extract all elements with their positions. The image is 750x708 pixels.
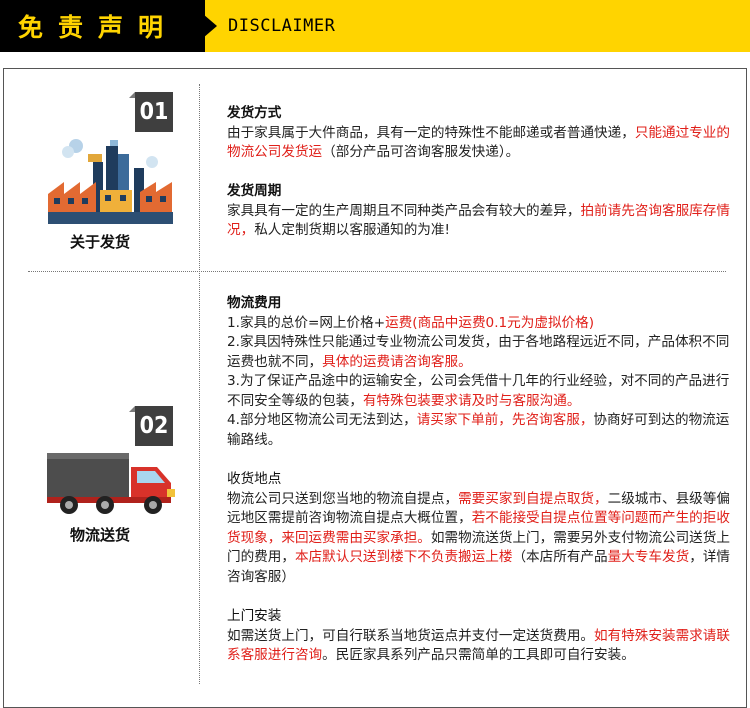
pickup-highlight-h: 量大专车发货 bbox=[607, 549, 690, 565]
fee-item-4-highlight: 请买家下单前，先咨询客服， bbox=[416, 412, 594, 428]
shipping-cycle-text-a: 家具具有一定的生产周期且不同种类产品会有较大的差异， bbox=[227, 202, 581, 219]
shipping-method-text: 由于家具属于大件商品，具有一定的特殊性不能邮递或者普通快递，只能通过专业的物流公… bbox=[227, 124, 732, 163]
shipping-method-text-a: 由于家具属于大件商品，具有一定的特殊性不能邮递或者普通快递， bbox=[227, 124, 635, 141]
shipping-method-title: 发货方式 bbox=[227, 105, 282, 121]
page-subtitle: DISCLAIMER bbox=[228, 16, 336, 36]
horizontal-divider bbox=[28, 271, 726, 272]
logistics-fee-section: 物流费用 1.家具的总价=网上价格+运费(商品中运费0.1元为虚拟价格) 2.家… bbox=[227, 294, 732, 450]
shipping-cycle-text-b: 私人定制货期以客服通知的为准! bbox=[254, 222, 450, 238]
pickup-text: 物流公司只送到您当地的物流自提点，需要买家到自提点取货，二级城市、县级等偏远地区… bbox=[227, 490, 732, 588]
fee-item-2-highlight: 具体的运费请咨询客服。 bbox=[322, 353, 472, 370]
truck-icon bbox=[45, 447, 185, 517]
install-section: 上门安装 如需送货上门，可自行联系当地货运点并支付一定送货费用。如有特殊安装需求… bbox=[227, 607, 732, 666]
pickup-section: 收货地点 物流公司只送到您当地的物流自提点，需要买家到自提点取货，二级城市、县级… bbox=[227, 470, 732, 587]
install-title: 上门安装 bbox=[227, 608, 282, 624]
shipping-method-text-b: （部分产品可咨询客服发快递）。 bbox=[322, 144, 520, 160]
logistics-fee-title: 物流费用 bbox=[227, 295, 282, 311]
fee-item-2-text: 2.家具因特殊性只能通过专业物流公司发货，由于各地路程远近不同，产品体积不同运费… bbox=[227, 334, 730, 370]
header-bar: 免责声明 DISCLAIMER bbox=[0, 0, 750, 52]
fee-item-3-highlight: 有特殊包装要求请及时与客服沟通。 bbox=[362, 392, 581, 409]
shipping-label: 关于发货 bbox=[69, 233, 130, 251]
fee-item-4: 4.部分地区物流公司无法到达，请买家下单前，先咨询客服，协商好可到达的物流运输路… bbox=[227, 411, 732, 450]
header-arrow-icon bbox=[203, 14, 217, 38]
shipping-method-section: 发货方式 由于家具属于大件商品，具有一定的特殊性不能邮递或者普通快递，只能通过专… bbox=[227, 104, 732, 163]
pickup-text-g: （本店所有产品 bbox=[512, 549, 608, 565]
install-text-a: 如需送货上门，可自行联系当地货运点并支付一定送货费用。 bbox=[227, 627, 595, 644]
shipping-cycle-section: 发货周期 家具具有一定的生产周期且不同种类产品会有较大的差异，拍前请先咨询客服库… bbox=[227, 182, 732, 241]
pickup-highlight-f: 本店默认只送到楼下不负责搬运上楼 bbox=[294, 549, 513, 565]
fee-item-1-highlight: 运费(商品中运费0.1元为虚拟价格) bbox=[385, 314, 595, 331]
shipping-cycle-title: 发货周期 bbox=[227, 183, 282, 199]
install-text-c: 。民匠家具系列产品只需简单的工具即可自行安装。 bbox=[322, 647, 635, 663]
fee-item-1: 1.家具的总价=网上价格+运费(商品中运费0.1元为虚拟价格) bbox=[227, 314, 732, 334]
install-text: 如需送货上门，可自行联系当地货运点并支付一定送货费用。如有特殊安装需求请联系客服… bbox=[227, 627, 732, 666]
fee-item-3: 3.为了保证产品途中的运输安全，公司会凭借十几年的行业经验，对不同的产品进行不同… bbox=[227, 372, 732, 411]
fee-item-4-text: 4.部分地区物流公司无法到达， bbox=[227, 412, 417, 428]
pickup-title: 收货地点 bbox=[227, 471, 282, 487]
factory-icon bbox=[48, 132, 173, 224]
pickup-highlight-b: 需要买家到自提点取货， bbox=[458, 490, 608, 507]
shipping-cycle-text: 家具具有一定的生产周期且不同种类产品会有较大的差异，拍前请先咨询客服库存情况，私… bbox=[227, 202, 732, 241]
fee-item-1-text: 1.家具的总价=网上价格+ bbox=[227, 314, 386, 331]
badge-01: 01 bbox=[129, 92, 173, 132]
page-title: 免责声明 bbox=[18, 13, 179, 42]
delivery-label: 物流送货 bbox=[69, 526, 130, 544]
fee-item-2: 2.家具因特殊性只能通过专业物流公司发货，由于各地路程远近不同，产品体积不同运费… bbox=[227, 333, 732, 372]
pickup-text-a: 物流公司只送到您当地的物流自提点， bbox=[227, 490, 459, 507]
badge-02: 02 bbox=[129, 406, 173, 446]
vertical-divider bbox=[199, 84, 200, 684]
